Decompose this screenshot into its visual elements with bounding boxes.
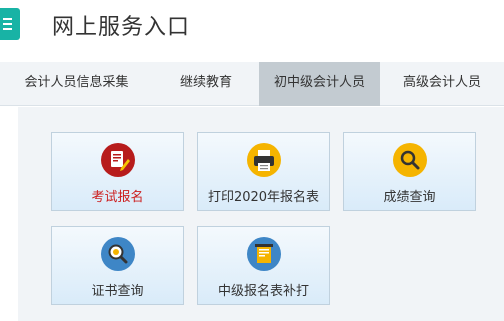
tab-continuing-education[interactable]: 继续教育 bbox=[153, 62, 259, 106]
score-inquiry-button[interactable]: 成绩查询 bbox=[343, 132, 476, 211]
magnifier-icon bbox=[392, 143, 427, 177]
page-header: 网上服务入口 bbox=[0, 0, 504, 62]
card-label: 考试报名 bbox=[91, 190, 144, 205]
tab-bar: 会计人员信息采集 继续教育 初中级会计人员 高级会计人员 bbox=[0, 62, 504, 106]
card-label: 中级报名表补打 bbox=[217, 284, 309, 299]
certificate-inquiry-button[interactable]: 证书查询 bbox=[51, 226, 184, 305]
card-label: 打印2020年报名表 bbox=[207, 190, 320, 205]
card-label: 成绩查询 bbox=[383, 190, 436, 205]
service-panel: 考试报名 打印2020年报名表 成绩查询 证书查询 中级报名表补打 bbox=[18, 107, 504, 321]
tab-junior-intermediate-accountants[interactable]: 初中级会计人员 bbox=[259, 62, 380, 106]
tab-accountant-info-collection[interactable]: 会计人员信息采集 bbox=[0, 62, 153, 106]
page-title: 网上服务入口 bbox=[52, 15, 191, 40]
intermediate-form-reprint-button[interactable]: 中级报名表补打 bbox=[197, 226, 330, 305]
exam-registration-icon bbox=[100, 143, 135, 177]
tab-senior-accountants[interactable]: 高级会计人员 bbox=[380, 62, 504, 106]
form-reprint-icon bbox=[246, 237, 281, 271]
print-registration-form-button[interactable]: 打印2020年报名表 bbox=[197, 132, 330, 211]
printer-icon bbox=[246, 143, 281, 177]
certificate-search-icon bbox=[100, 237, 135, 271]
card-label: 证书查询 bbox=[91, 284, 144, 299]
exam-registration-button[interactable]: 考试报名 bbox=[51, 132, 184, 211]
menu-icon[interactable] bbox=[0, 8, 20, 40]
